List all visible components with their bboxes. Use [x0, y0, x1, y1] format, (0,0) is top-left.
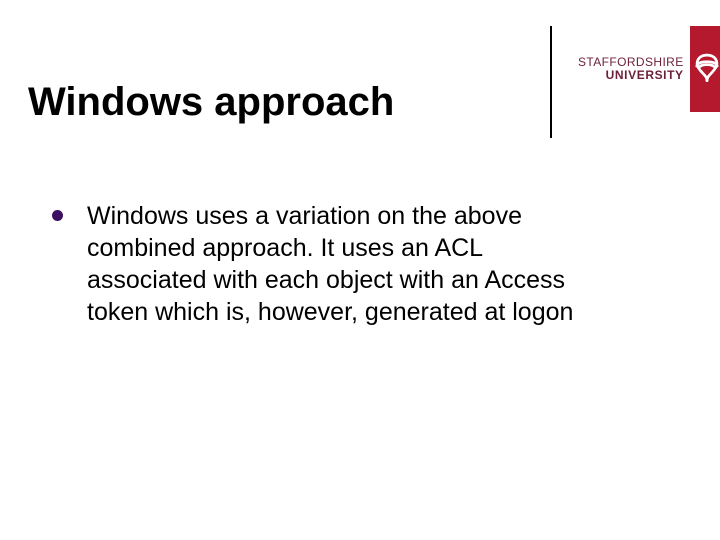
logo-text: STAFFORDSHIRE UNIVERSITY: [578, 26, 690, 112]
staffordshire-knot-icon: [690, 50, 720, 89]
bullet-item: Windows uses a variation on the above co…: [52, 200, 600, 328]
body-text: Windows uses a variation on the above co…: [52, 200, 600, 328]
header-divider: [550, 26, 552, 138]
logo-line-2: UNIVERSITY: [606, 69, 684, 82]
bullet-text: Windows uses a variation on the above co…: [87, 200, 600, 328]
university-logo: STAFFORDSHIRE UNIVERSITY: [578, 26, 698, 112]
logo-mark: [690, 26, 720, 112]
slide-title: Windows approach: [28, 80, 394, 125]
bullet-icon: [52, 210, 63, 221]
slide: Windows approach STAFFORDSHIRE UNIVERSIT…: [0, 0, 720, 540]
